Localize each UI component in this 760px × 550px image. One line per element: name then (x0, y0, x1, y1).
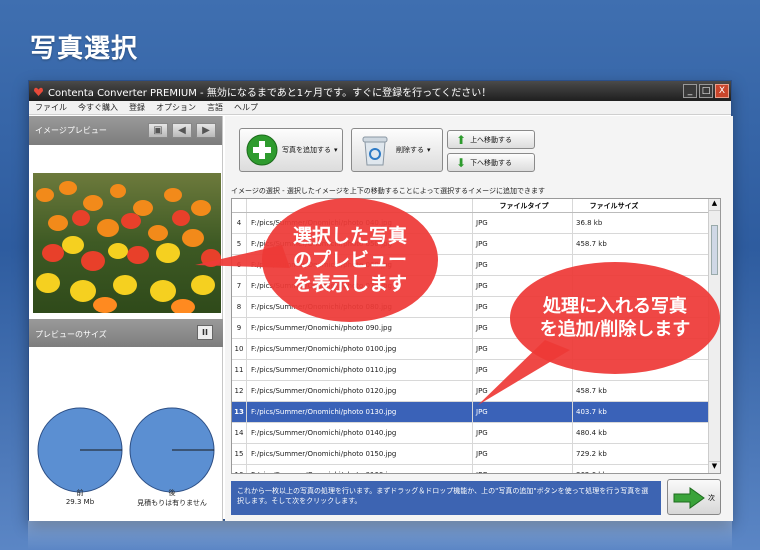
row-type: JPG (472, 423, 572, 443)
row-number: 13 (234, 408, 244, 416)
row-size: 362.6 kb (572, 465, 652, 473)
row-type: JPG (472, 213, 572, 233)
table-row[interactable]: 16F:/pics/Summer/Onomichi/photo 0160.jpg… (232, 465, 720, 473)
row-path: F:/pics/Summer/Onomichi/photo 0160.jpg (246, 465, 472, 473)
menu-language[interactable]: 言語 (207, 102, 223, 113)
before-value: 29.3 Mb (65, 498, 95, 506)
row-number: 4 (236, 219, 242, 227)
move-up-button[interactable]: ⬆ 上へ移動する (447, 130, 535, 149)
row-path: F:/pics/Summer/Onomichi/photo 0150.jpg (246, 444, 472, 464)
left-panel: イメージプレビュー ▣ ◀ ▶ プレビューのサイズ II 前 29.3 Mb 後… (29, 116, 223, 521)
col-type-header[interactable]: ファイルタイプ (472, 199, 572, 212)
row-type: JPG (472, 465, 572, 473)
preview-size-title: プレビューのサイズ (35, 330, 107, 339)
row-number: 8 (236, 303, 242, 311)
table-row[interactable]: 13 F:/pics/Summer/Onomichi/photo 0130.jpg… (232, 402, 720, 423)
move-down-label: 下へ移動する (470, 158, 513, 167)
title-bar: Contenta Converter PREMIUM - 無効になるまであと1ヶ… (29, 81, 731, 101)
row-path: F:/pics/Summer/Onomichi/photo 0100.jpg (246, 339, 472, 359)
row-size: 36.8 kb (572, 213, 652, 233)
plus-icon (246, 134, 278, 166)
scroll-thumb[interactable] (711, 225, 718, 275)
row-size: 458.7 kb (572, 234, 652, 254)
menu-register[interactable]: 登録 (129, 102, 145, 113)
arrow-right-icon[interactable]: ▶ (196, 123, 216, 138)
menu-options[interactable]: オプション (156, 102, 196, 113)
menu-buy[interactable]: 今すぐ購入 (78, 102, 118, 113)
recycle-bin-icon (362, 136, 388, 166)
arrow-right-green-icon (673, 487, 705, 509)
table-row[interactable]: 14 F:/pics/Summer/Onomichi/photo 0140.jpg… (232, 423, 720, 444)
menu-file[interactable]: ファイル (35, 102, 67, 113)
row-size: 403.7 kb (572, 402, 652, 422)
rotate-icon[interactable]: ▣ (148, 123, 168, 138)
info-text: これから一枚以上の写真の処理を行います。まずドラッグ＆ドロップ機能か、上の"写真… (231, 481, 661, 515)
table-row[interactable]: 15 F:/pics/Summer/Onomichi/photo 0150.jpg… (232, 444, 720, 465)
row-number: 11 (234, 366, 244, 374)
app-logo-icon (34, 87, 43, 96)
page-title: 写真選択 (30, 34, 139, 64)
after-value: 見積もりは有りません (137, 499, 207, 507)
row-path: F:/pics/Summer/Onomichi/photo 0120.jpg (246, 381, 472, 401)
delete-label: 削除する (396, 146, 424, 154)
scroll-up-icon[interactable]: ▲ (709, 199, 720, 211)
row-type: JPG (472, 381, 572, 401)
arrow-left-icon[interactable]: ◀ (172, 123, 192, 138)
menu-bar: ファイル 今すぐ購入 登録 オプション 言語 ヘルプ (29, 101, 731, 115)
row-number: 9 (236, 324, 242, 332)
minimize-button[interactable]: _ (683, 84, 697, 98)
table-row[interactable]: 12 F:/pics/Summer/Onomichi/photo 0120.jpg… (232, 381, 720, 402)
callout-add-delete: 処理に入れる写真を追加/削除します (510, 262, 720, 374)
row-number: 6 (236, 261, 242, 269)
row-size: 458.7 kb (572, 381, 652, 401)
scroll-down-icon[interactable]: ▼ (709, 461, 720, 473)
next-button[interactable]: 次 (667, 479, 721, 515)
callout-preview: 選択した写真のプレビューを表示します (262, 198, 438, 322)
window-reflection (28, 521, 732, 550)
flower-photo (33, 173, 221, 313)
preview-size-header: プレビューのサイズ II (29, 319, 223, 347)
size-pie-charts (37, 407, 215, 493)
delete-button[interactable]: 削除する ▾ (351, 128, 443, 172)
arrow-up-icon: ⬆ (456, 132, 467, 147)
delete-dropdown-icon[interactable]: ▾ (427, 146, 431, 154)
row-number: 12 (234, 387, 244, 395)
add-photo-button[interactable]: 写真を追加する ▾ (239, 128, 343, 172)
row-type: JPG (472, 444, 572, 464)
row-size: 480.4 kb (572, 423, 652, 443)
before-label: 前 (76, 489, 84, 497)
window-title: Contenta Converter PREMIUM - 無効になるまであと1ヶ… (48, 87, 492, 99)
after-label: 後 (168, 489, 176, 497)
add-dropdown-icon[interactable]: ▾ (334, 146, 338, 154)
menu-help[interactable]: ヘルプ (234, 102, 258, 113)
col-size-header[interactable]: ファイルサイズ (572, 199, 652, 212)
row-number: 7 (236, 282, 242, 290)
row-number: 5 (236, 240, 242, 248)
pause-button[interactable]: II (197, 325, 213, 340)
arrow-down-icon: ⬇ (456, 155, 467, 170)
preview-header: イメージプレビュー ▣ ◀ ▶ (29, 116, 222, 145)
row-path: F:/pics/Summer/Onomichi/photo 0130.jpg (246, 402, 472, 422)
row-number: 16 (232, 471, 246, 473)
maximize-button[interactable]: □ (699, 84, 713, 98)
row-number: 14 (234, 429, 244, 437)
row-number: 15 (234, 450, 244, 458)
move-down-button[interactable]: ⬇ 下へ移動する (447, 153, 535, 172)
image-preview (33, 173, 221, 313)
row-path: F:/pics/Summer/Onomichi/photo 0110.jpg (246, 360, 472, 380)
col-number-header (232, 199, 246, 212)
row-number: 10 (234, 345, 244, 353)
close-button[interactable]: X (715, 84, 729, 98)
row-path: F:/pics/Summer/Onomichi/photo 0140.jpg (246, 423, 472, 443)
hint-text: イメージの選択 - 選択したイメージを上下の移動することによって選択するイメージ… (231, 187, 545, 195)
add-photo-label: 写真を追加する (282, 146, 331, 154)
move-up-label: 上へ移動する (470, 135, 513, 144)
row-type: JPG (472, 234, 572, 254)
row-size: 729.2 kb (572, 444, 652, 464)
preview-title: イメージプレビュー (35, 126, 107, 135)
next-label: 次 (708, 494, 715, 502)
row-type: JPG (472, 402, 572, 422)
